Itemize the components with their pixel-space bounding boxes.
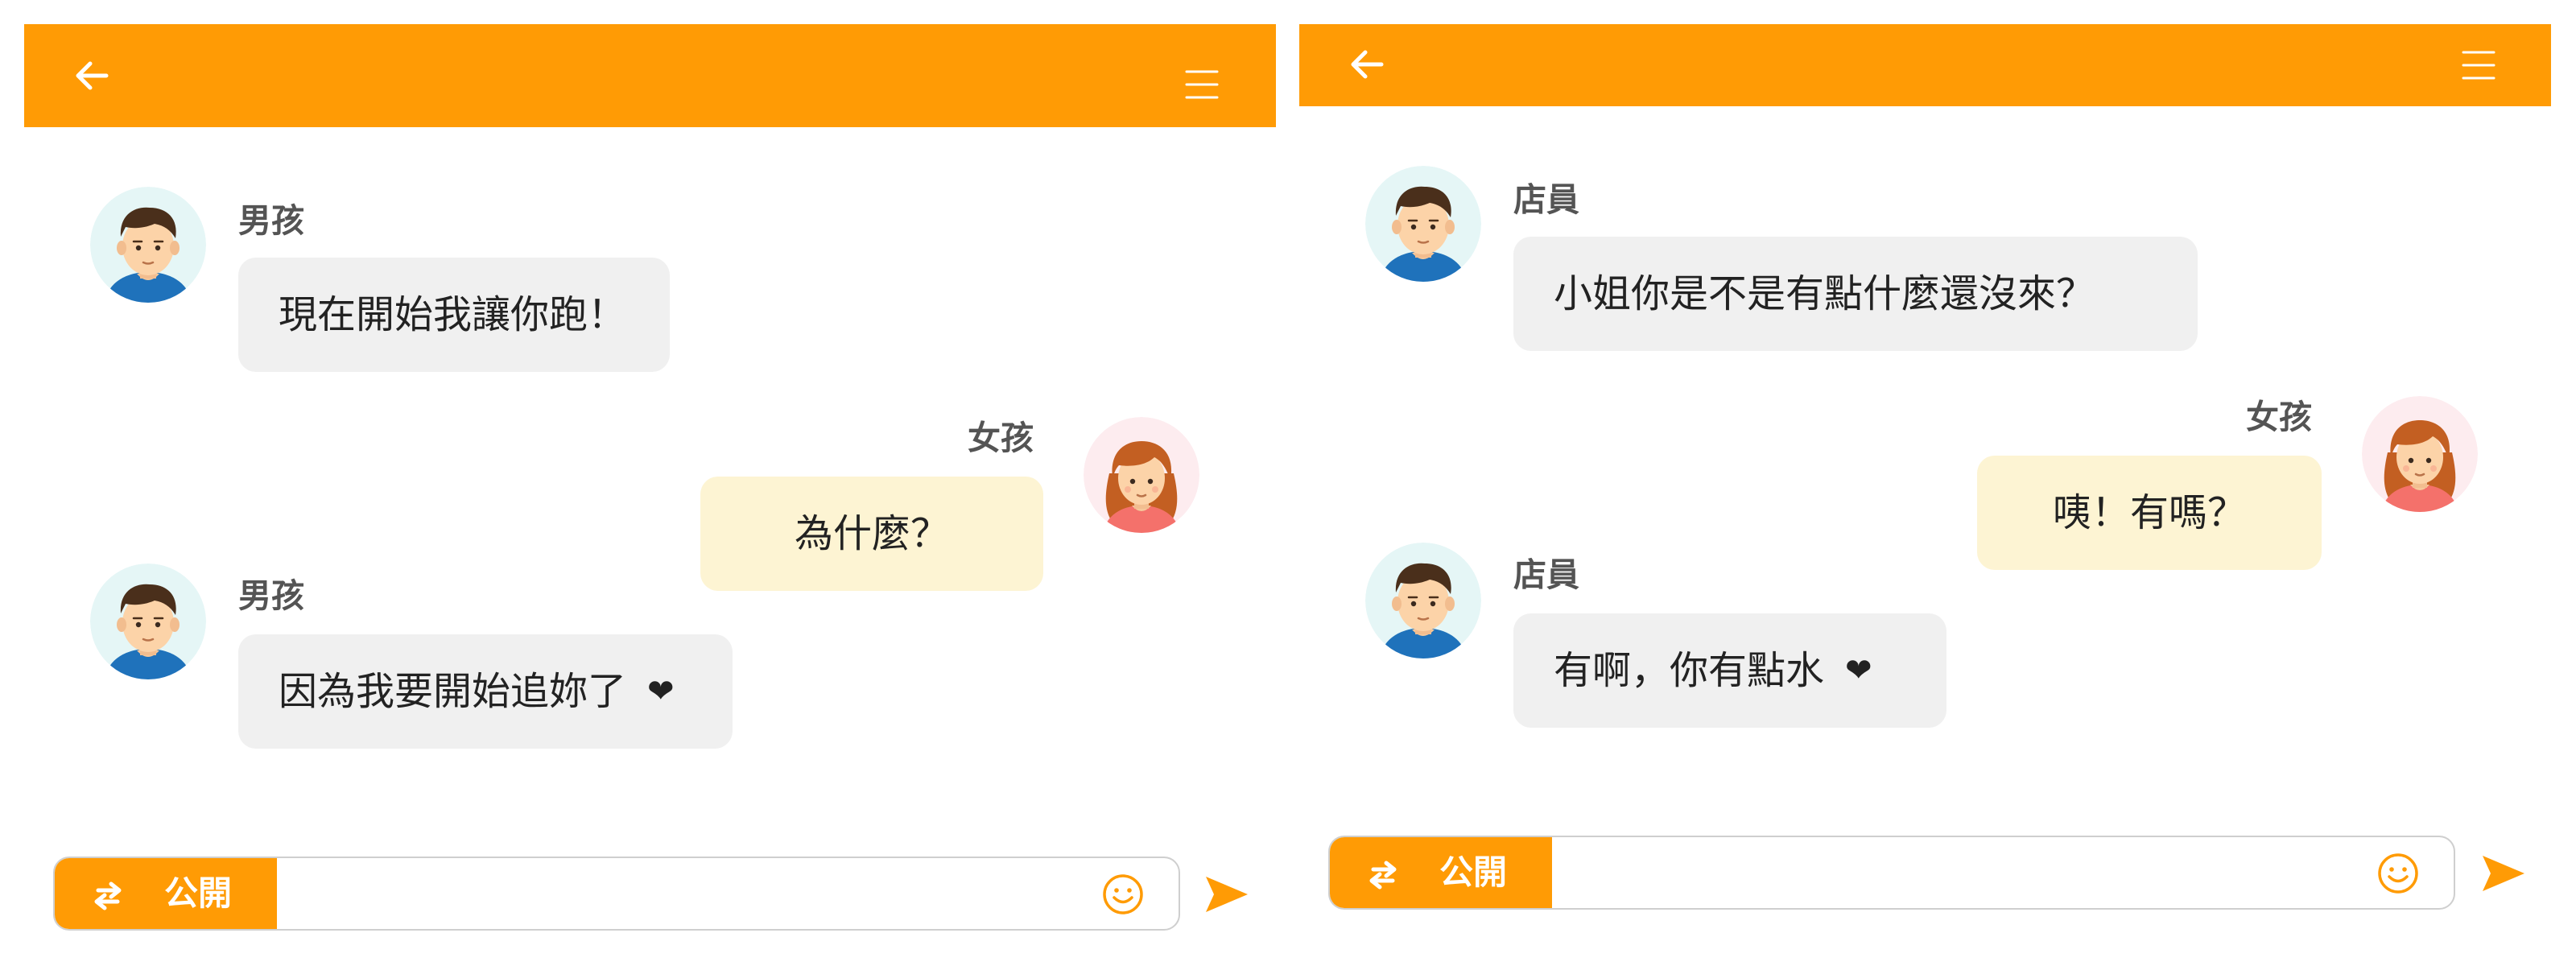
heart-icon: ❤ [1845,652,1872,689]
message-text: 咦！有嗎？ [2052,490,2246,535]
message-bubble: 咦！有嗎？ [1977,456,2322,570]
sender-name: 女孩 [2246,398,2312,436]
avatar-girl [1084,417,1199,533]
heart-icon: ❤ [647,673,675,710]
visibility-label: 公開 [164,873,233,913]
visibility-toggle-button[interactable]: 公開 [1330,837,1552,908]
smiley-icon[interactable] [2376,852,2420,895]
message-bubble: 現在開始我讓你跑！ [238,258,670,372]
message-composer: 公開 [1328,836,2455,910]
arrow-left-icon[interactable] [1346,43,1388,85]
visibility-toggle-button[interactable]: 公開 [55,858,277,929]
sender-name: 男孩 [238,201,304,240]
hamburger-menu-icon[interactable] [1183,66,1220,103]
sender-name: 店員 [1513,180,1579,219]
avatar-boy [1365,543,1481,658]
hamburger-menu-icon[interactable] [2460,47,2497,84]
chat-panel-left: 男孩 現在開始我讓你跑！ 女孩 為什麼？ 男孩 因為我要開始追妳了 ❤ 公開 [24,0,1276,966]
send-arrow-icon[interactable] [2481,853,2526,894]
message-text: 因為我要開始追妳了 [279,669,627,714]
message-bubble: 有啊，你有點水 ❤ [1513,613,1946,728]
smiley-icon[interactable] [1101,873,1145,916]
chat-header [24,24,1276,127]
visibility-label: 公開 [1439,852,1508,892]
message-text: 有啊，你有點水 [1554,648,1825,693]
arrow-left-icon[interactable] [71,55,113,97]
message-composer: 公開 [53,857,1180,931]
message-input[interactable] [293,866,1101,923]
message-input[interactable] [1568,845,2376,902]
message-text: 為什麼？ [794,511,949,556]
chat-header [1299,24,2551,106]
chat-panel-right: 店員 小姐你是不是有點什麼還沒來？ 女孩 咦！有嗎？ 店員 有啊，你有點水 ❤ 公… [1299,0,2551,966]
message-bubble: 因為我要開始追妳了 ❤ [238,634,733,749]
sender-name: 男孩 [238,576,304,615]
avatar-boy [1365,166,1481,282]
swap-arrows-icon [90,877,126,913]
send-arrow-icon[interactable] [1204,874,1249,914]
message-text: 小姐你是不是有點什麼還沒來？ [1554,271,2095,316]
avatar-boy [90,187,206,303]
sender-name: 店員 [1513,555,1579,594]
message-bubble: 小姐你是不是有點什麼還沒來？ [1513,237,2198,351]
avatar-boy [90,564,206,679]
message-text: 現在開始我讓你跑！ [279,292,627,337]
swap-arrows-icon [1365,857,1401,892]
avatar-girl [2362,396,2478,512]
message-bubble: 為什麼？ [700,477,1043,591]
sender-name: 女孩 [968,419,1034,457]
